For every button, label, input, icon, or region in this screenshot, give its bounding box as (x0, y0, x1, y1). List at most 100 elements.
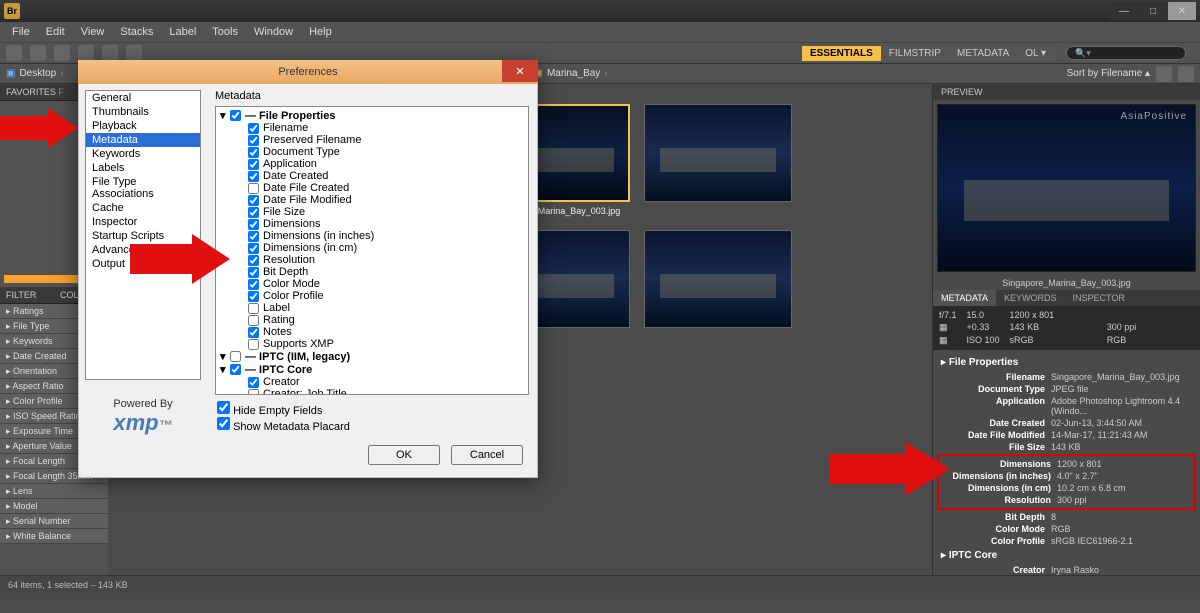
category-item[interactable]: Thumbnails (86, 105, 200, 119)
tree-item[interactable]: Resolution (218, 254, 526, 266)
filter-item[interactable]: ▸ Serial Number (0, 514, 108, 529)
filter-tab[interactable]: FILTER (0, 287, 54, 304)
chevron-right-icon: › (60, 68, 63, 79)
app-icon: Br (4, 3, 20, 19)
tree-item[interactable]: Document Type (218, 146, 526, 158)
preview-tab[interactable]: PREVIEW (933, 84, 1200, 100)
tree-item[interactable]: Filename (218, 122, 526, 134)
metadata-row: Bit Depth8 (933, 511, 1200, 523)
preview-image: AsiaPositive (937, 104, 1196, 272)
tree-group[interactable]: ▾ — IPTC Core (218, 363, 526, 376)
ok-button[interactable]: OK (368, 445, 440, 465)
window-close-button[interactable]: ✕ (1168, 2, 1196, 20)
search-input[interactable]: 🔍▾ (1066, 46, 1186, 60)
metadata-tree[interactable]: ▾ — File Properties Filename Preserved F… (215, 106, 529, 395)
tree-item[interactable]: File Size (218, 206, 526, 218)
tree-item[interactable]: Date File Created (218, 182, 526, 194)
category-item[interactable]: Inspector (86, 215, 200, 229)
menu-window[interactable]: Window (248, 24, 299, 40)
thumbnail[interactable] (644, 230, 792, 342)
watermark: AsiaPositive (1121, 111, 1187, 122)
annotation-arrow (130, 234, 230, 284)
menu-view[interactable]: View (75, 24, 111, 40)
metadata-row: Dimensions1200 x 801 (939, 458, 1194, 470)
workspace-tab[interactable]: OL ▾ (1017, 46, 1054, 61)
metadata-row: Date File Modified14-Mar-17, 11:21:43 AM (933, 429, 1200, 441)
tree-item[interactable]: Bit Depth (218, 266, 526, 278)
tree-group[interactable]: ▾ — File Properties (218, 109, 526, 122)
section-file-properties[interactable]: ▸ File Properties (933, 354, 1200, 371)
tool-icon[interactable] (102, 45, 118, 61)
annotation-arrow (0, 108, 78, 148)
filter-item[interactable]: ▸ Lens (0, 484, 108, 499)
workspace-tab[interactable]: METADATA (949, 46, 1017, 61)
tree-item[interactable]: Date File Modified (218, 194, 526, 206)
metadata-row: Color ProfilesRGB IEC61966-2.1 (933, 535, 1200, 547)
tree-item[interactable]: Color Mode (218, 278, 526, 290)
tree-item[interactable]: Label (218, 302, 526, 314)
tree-item[interactable]: Rating (218, 314, 526, 326)
cancel-button[interactable]: Cancel (451, 445, 523, 465)
tree-item[interactable]: Preserved Filename (218, 134, 526, 146)
metadata-row: ApplicationAdobe Photoshop Lightroom 4.4… (933, 395, 1200, 417)
menu-stacks[interactable]: Stacks (114, 24, 159, 40)
powered-by-xmp: Powered By xmp™ (85, 398, 201, 436)
metadata-row: Document TypeJPEG file (933, 383, 1200, 395)
category-item[interactable]: Metadata (86, 133, 200, 147)
tree-item[interactable]: Creator: Job Title (218, 388, 526, 395)
tool-icon[interactable] (126, 45, 142, 61)
tool-icon[interactable] (30, 45, 46, 61)
dialog-title: Preferences ✕ (78, 60, 538, 84)
metadata-tab[interactable]: KEYWORDS (996, 290, 1065, 306)
category-item[interactable]: Keywords (86, 147, 200, 161)
path-root[interactable]: Desktop (15, 68, 60, 79)
tool-icon[interactable] (6, 45, 22, 61)
workspace-tab[interactable]: FILMSTRIP (881, 46, 949, 61)
menu-help[interactable]: Help (303, 24, 338, 40)
menu-file[interactable]: File (6, 24, 36, 40)
menu-tools[interactable]: Tools (206, 24, 244, 40)
category-item[interactable]: Cache (86, 201, 200, 215)
menu-bar: FileEditViewStacksLabelToolsWindowHelp (0, 22, 1200, 42)
section-iptc-core[interactable]: ▸ IPTC Core (933, 547, 1200, 564)
path-folder[interactable]: Marina_Bay (543, 68, 604, 79)
menu-label[interactable]: Label (163, 24, 202, 40)
category-item[interactable]: General (86, 91, 200, 105)
thumbnail[interactable] (644, 104, 792, 216)
tree-item[interactable]: Dimensions (in cm) (218, 242, 526, 254)
hide-empty-checkbox[interactable]: Hide Empty Fields (217, 401, 527, 417)
tool-icon[interactable] (54, 45, 70, 61)
tree-item[interactable]: Dimensions (218, 218, 526, 230)
category-item[interactable]: Playback (86, 119, 200, 133)
tree-item[interactable]: Application (218, 158, 526, 170)
tree-group[interactable]: ▾ — IPTC (IIM, legacy) (218, 350, 526, 363)
tree-item[interactable]: Dimensions (in inches) (218, 230, 526, 242)
metadata-tab[interactable]: METADATA (933, 290, 996, 306)
metadata-tab[interactable]: INSPECTOR (1065, 290, 1133, 306)
filter-item[interactable]: ▸ White Balance (0, 529, 108, 544)
sort-icon[interactable] (1156, 66, 1172, 82)
window-maximize-button[interactable]: □ (1139, 2, 1167, 20)
highlighted-properties: Dimensions1200 x 801Dimensions (in inche… (937, 454, 1196, 510)
sort-dropdown[interactable]: Sort by Filename ▴ (1067, 68, 1150, 79)
category-item[interactable]: Labels (86, 161, 200, 175)
tree-item[interactable]: Color Profile (218, 290, 526, 302)
tree-item[interactable]: Supports XMP (218, 338, 526, 350)
tree-item[interactable]: Notes (218, 326, 526, 338)
window-minimize-button[interactable]: — (1110, 2, 1138, 20)
status-text: 64 items, 1 selected – 143 KB (8, 580, 128, 590)
workspace-tab[interactable]: ESSENTIALS (802, 46, 881, 61)
tree-item[interactable]: Date Created (218, 170, 526, 182)
filter-item[interactable]: ▸ Model (0, 499, 108, 514)
view-icon[interactable] (1178, 66, 1194, 82)
show-placard-checkbox[interactable]: Show Metadata Placard (217, 417, 527, 433)
status-bar: 64 items, 1 selected – 143 KB (0, 575, 1200, 593)
tool-icon[interactable] (78, 45, 94, 61)
preview-caption: Singapore_Marina_Bay_003.jpg (933, 276, 1200, 290)
tree-item[interactable]: Creator (218, 376, 526, 388)
metadata-panel: ▸ File Properties FilenameSingapore_Mari… (933, 350, 1200, 575)
chevron-right-icon: › (604, 68, 607, 79)
dialog-close-button[interactable]: ✕ (502, 60, 538, 82)
category-item[interactable]: File Type Associations (86, 175, 200, 201)
menu-edit[interactable]: Edit (40, 24, 71, 40)
